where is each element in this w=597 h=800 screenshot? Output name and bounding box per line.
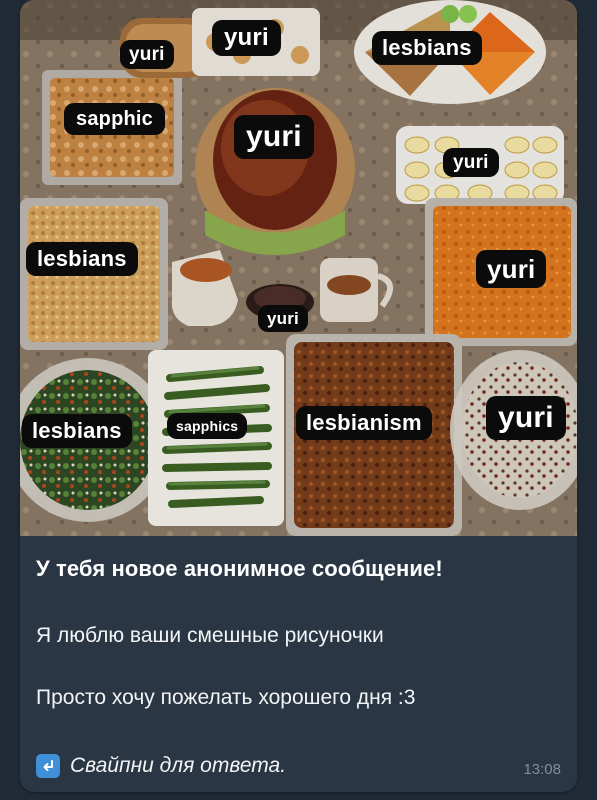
message-photo[interactable]: yuri yuri lesbians sapphic yuri yuri les… bbox=[20, 0, 577, 536]
message-timestamp: 13:08 bbox=[523, 761, 561, 778]
message-heading: У тебя новое анонимное сообщение! bbox=[36, 556, 443, 581]
message-line: Я люблю ваши смешные рисуночки bbox=[36, 624, 384, 647]
message-line: Просто хочу пожелать хорошего дня :3 bbox=[36, 686, 416, 709]
sticker-label: yuri bbox=[120, 40, 174, 69]
sticker-label: yuri bbox=[258, 305, 308, 332]
sticker-label: lesbians bbox=[372, 31, 482, 65]
sticker-label: yuri bbox=[234, 115, 314, 159]
message-bubble[interactable]: yuri yuri lesbians sapphic yuri yuri les… bbox=[20, 0, 577, 792]
sticker-label: yuri bbox=[443, 148, 499, 177]
reply-hint[interactable]: Свайпни для ответа. bbox=[36, 754, 286, 778]
reply-prompt: Свайпни для ответа. bbox=[70, 754, 287, 777]
sticker-label: yuri bbox=[486, 396, 566, 440]
sticker-label: sapphics bbox=[167, 413, 248, 439]
sticker-label: lesbianism bbox=[296, 406, 432, 440]
return-arrow-icon bbox=[36, 754, 60, 778]
sticker-label: yuri bbox=[212, 20, 281, 56]
sticker-label: lesbians bbox=[26, 242, 138, 276]
sticker-label: sapphic bbox=[64, 103, 165, 135]
sticker-label: yuri bbox=[476, 250, 547, 288]
sticker-label: lesbians bbox=[22, 414, 132, 448]
